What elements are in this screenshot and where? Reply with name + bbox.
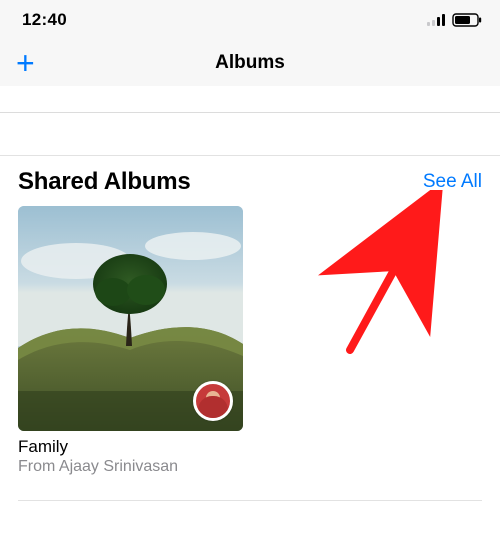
section-divider-bottom bbox=[18, 500, 482, 501]
album-row: Family From Ajaay Srinivasan bbox=[0, 206, 500, 492]
album-card[interactable]: Family From Ajaay Srinivasan bbox=[18, 206, 243, 476]
status-bar: 12:40 bbox=[0, 0, 500, 40]
shared-by-avatar bbox=[193, 381, 233, 421]
section-divider-top bbox=[0, 112, 500, 156]
see-all-button[interactable]: See All bbox=[423, 171, 482, 193]
album-thumbnail bbox=[18, 206, 243, 431]
plus-icon: + bbox=[16, 45, 35, 81]
page-title: Albums bbox=[0, 52, 500, 74]
album-subtitle: From Ajaay Srinivasan bbox=[18, 458, 243, 476]
section-header-shared-albums: Shared Albums See All bbox=[0, 156, 500, 206]
status-right bbox=[427, 13, 482, 27]
album-title: Family bbox=[18, 437, 243, 457]
section-title: Shared Albums bbox=[18, 168, 191, 196]
content: Shared Albums See All bbox=[0, 112, 500, 501]
nav-header: + Albums bbox=[0, 40, 500, 86]
status-time: 12:40 bbox=[22, 10, 67, 30]
cell-signal-icon bbox=[427, 14, 446, 26]
battery-icon bbox=[452, 13, 482, 27]
add-button[interactable]: + bbox=[12, 47, 39, 79]
